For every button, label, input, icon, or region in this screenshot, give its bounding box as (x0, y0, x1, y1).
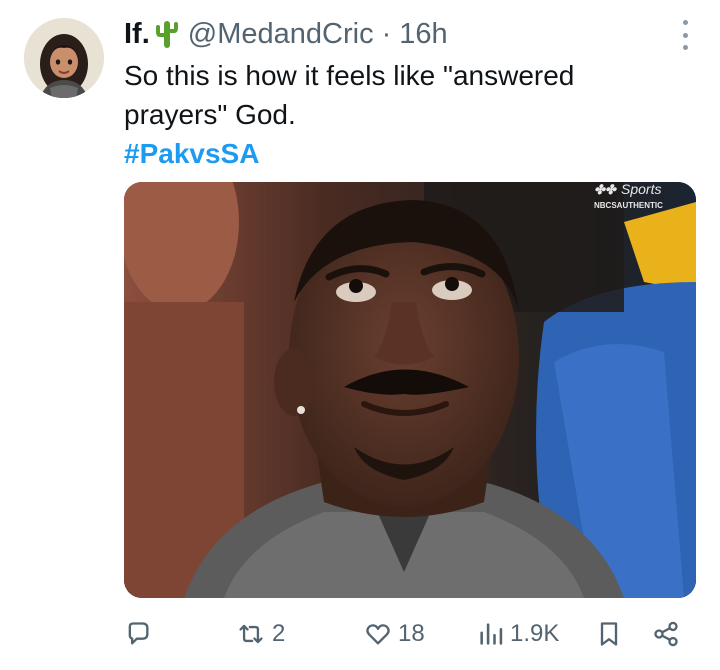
cactus-icon (155, 19, 178, 49)
share-icon (654, 621, 678, 647)
svg-text:✤✤: ✤✤ (594, 182, 617, 197)
media-image: ✤✤ Sports NBCSAUTHENTIC (124, 182, 696, 598)
views-count: 1.9K (510, 620, 560, 647)
tweet-text-line: So this is how it feels like "answered (124, 60, 575, 91)
more-options-icon[interactable] (680, 20, 690, 50)
views-chart-icon (480, 623, 503, 645)
reply-icon (128, 622, 149, 645)
bookmark-icon (600, 622, 618, 646)
retweet-button[interactable]: 2 (236, 612, 285, 656)
like-button[interactable]: 18 (364, 612, 425, 656)
heart-icon (366, 624, 390, 645)
tweet-text-line: prayers" God. (124, 99, 296, 130)
hashtag-link[interactable]: #PakvsSA (124, 138, 259, 169)
separator-dot: · (381, 17, 392, 50)
author-name[interactable]: If. (124, 18, 150, 51)
retweet-count: 2 (272, 620, 286, 647)
tweet-media[interactable]: ✤✤ Sports NBCSAUTHENTIC (124, 182, 696, 598)
avatar-illustration (24, 18, 104, 98)
svg-text:Sports: Sports (621, 182, 661, 197)
watermark: ✤✤ Sports NBCSAUTHENTIC (594, 182, 663, 210)
like-count: 18 (398, 620, 425, 647)
avatar[interactable] (24, 18, 104, 98)
bookmark-button[interactable] (596, 612, 622, 656)
author-handle[interactable]: @MedandCric (188, 18, 374, 51)
reply-button[interactable] (124, 612, 158, 656)
tweet-header: If. @MedandCric · 16h (124, 14, 448, 54)
views-button[interactable]: 1.9K (478, 612, 559, 656)
retweet-icon (239, 624, 263, 644)
tweet-actions: 2 18 1.9K (124, 612, 696, 656)
svg-text:NBCSAUTHENTIC: NBCSAUTHENTIC (594, 201, 663, 210)
share-button[interactable] (652, 612, 680, 656)
tweet-body: So this is how it feels like "answered p… (124, 56, 684, 173)
tweet-time[interactable]: 16h (399, 18, 447, 51)
